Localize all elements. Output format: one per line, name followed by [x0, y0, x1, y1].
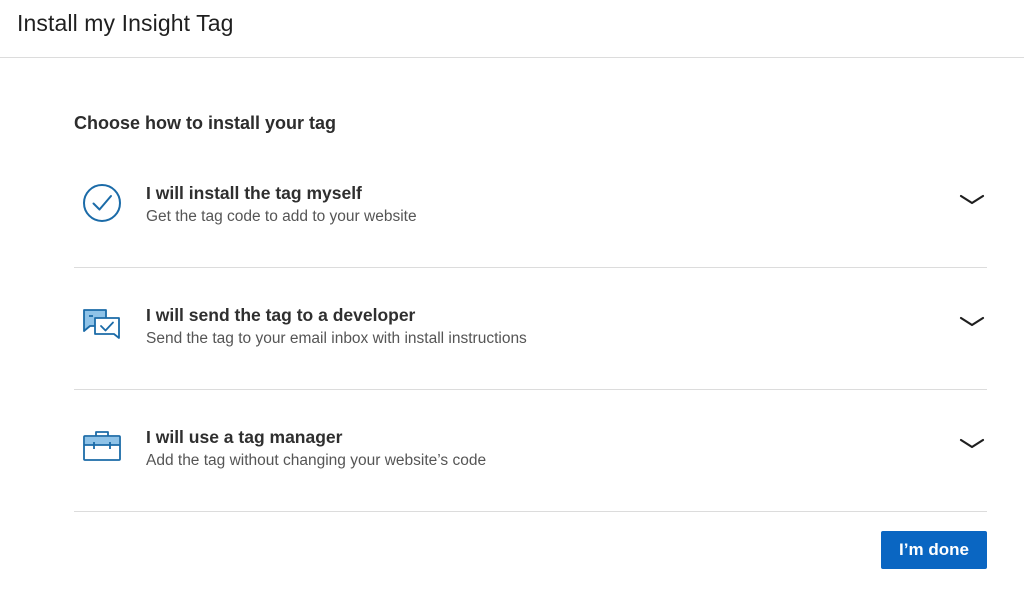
- chevron-down-icon[interactable]: [957, 432, 987, 456]
- option-text: I will install the tag myself Get the ta…: [146, 181, 417, 228]
- option-install-myself[interactable]: I will install the tag myself Get the ta…: [74, 146, 987, 268]
- message-check-icon: [81, 304, 123, 346]
- dialog-header: Install my Insight Tag: [0, 0, 1024, 58]
- option-description: Send the tag to your email inbox with in…: [146, 330, 527, 347]
- option-title: I will send the tag to a developer: [146, 305, 416, 325]
- install-options-section: Choose how to install your tag I will in…: [74, 110, 987, 512]
- briefcase-icon: [81, 426, 123, 468]
- dialog-title: Install my Insight Tag: [17, 10, 234, 36]
- check-circle-icon: [81, 182, 123, 224]
- option-title: I will use a tag manager: [146, 427, 343, 447]
- option-title: I will install the tag myself: [146, 183, 362, 203]
- install-insight-tag-dialog: Install my Insight Tag Choose how to ins…: [0, 0, 1024, 596]
- option-description: Add the tag without changing your websit…: [146, 452, 487, 469]
- im-done-button[interactable]: I’m done: [881, 531, 987, 569]
- option-text: I will use a tag manager Add the tag wit…: [146, 425, 486, 472]
- option-text: I will send the tag to a developer Send …: [146, 303, 527, 350]
- option-send-to-developer[interactable]: I will send the tag to a developer Send …: [74, 268, 987, 390]
- section-title: Choose how to install your tag: [74, 113, 337, 133]
- option-tag-manager[interactable]: I will use a tag manager Add the tag wit…: [74, 390, 987, 512]
- chevron-down-icon[interactable]: [957, 310, 987, 334]
- option-description: Get the tag code to add to your website: [146, 208, 417, 225]
- chevron-down-icon[interactable]: [957, 188, 987, 212]
- install-options-list: I will install the tag myself Get the ta…: [74, 146, 987, 512]
